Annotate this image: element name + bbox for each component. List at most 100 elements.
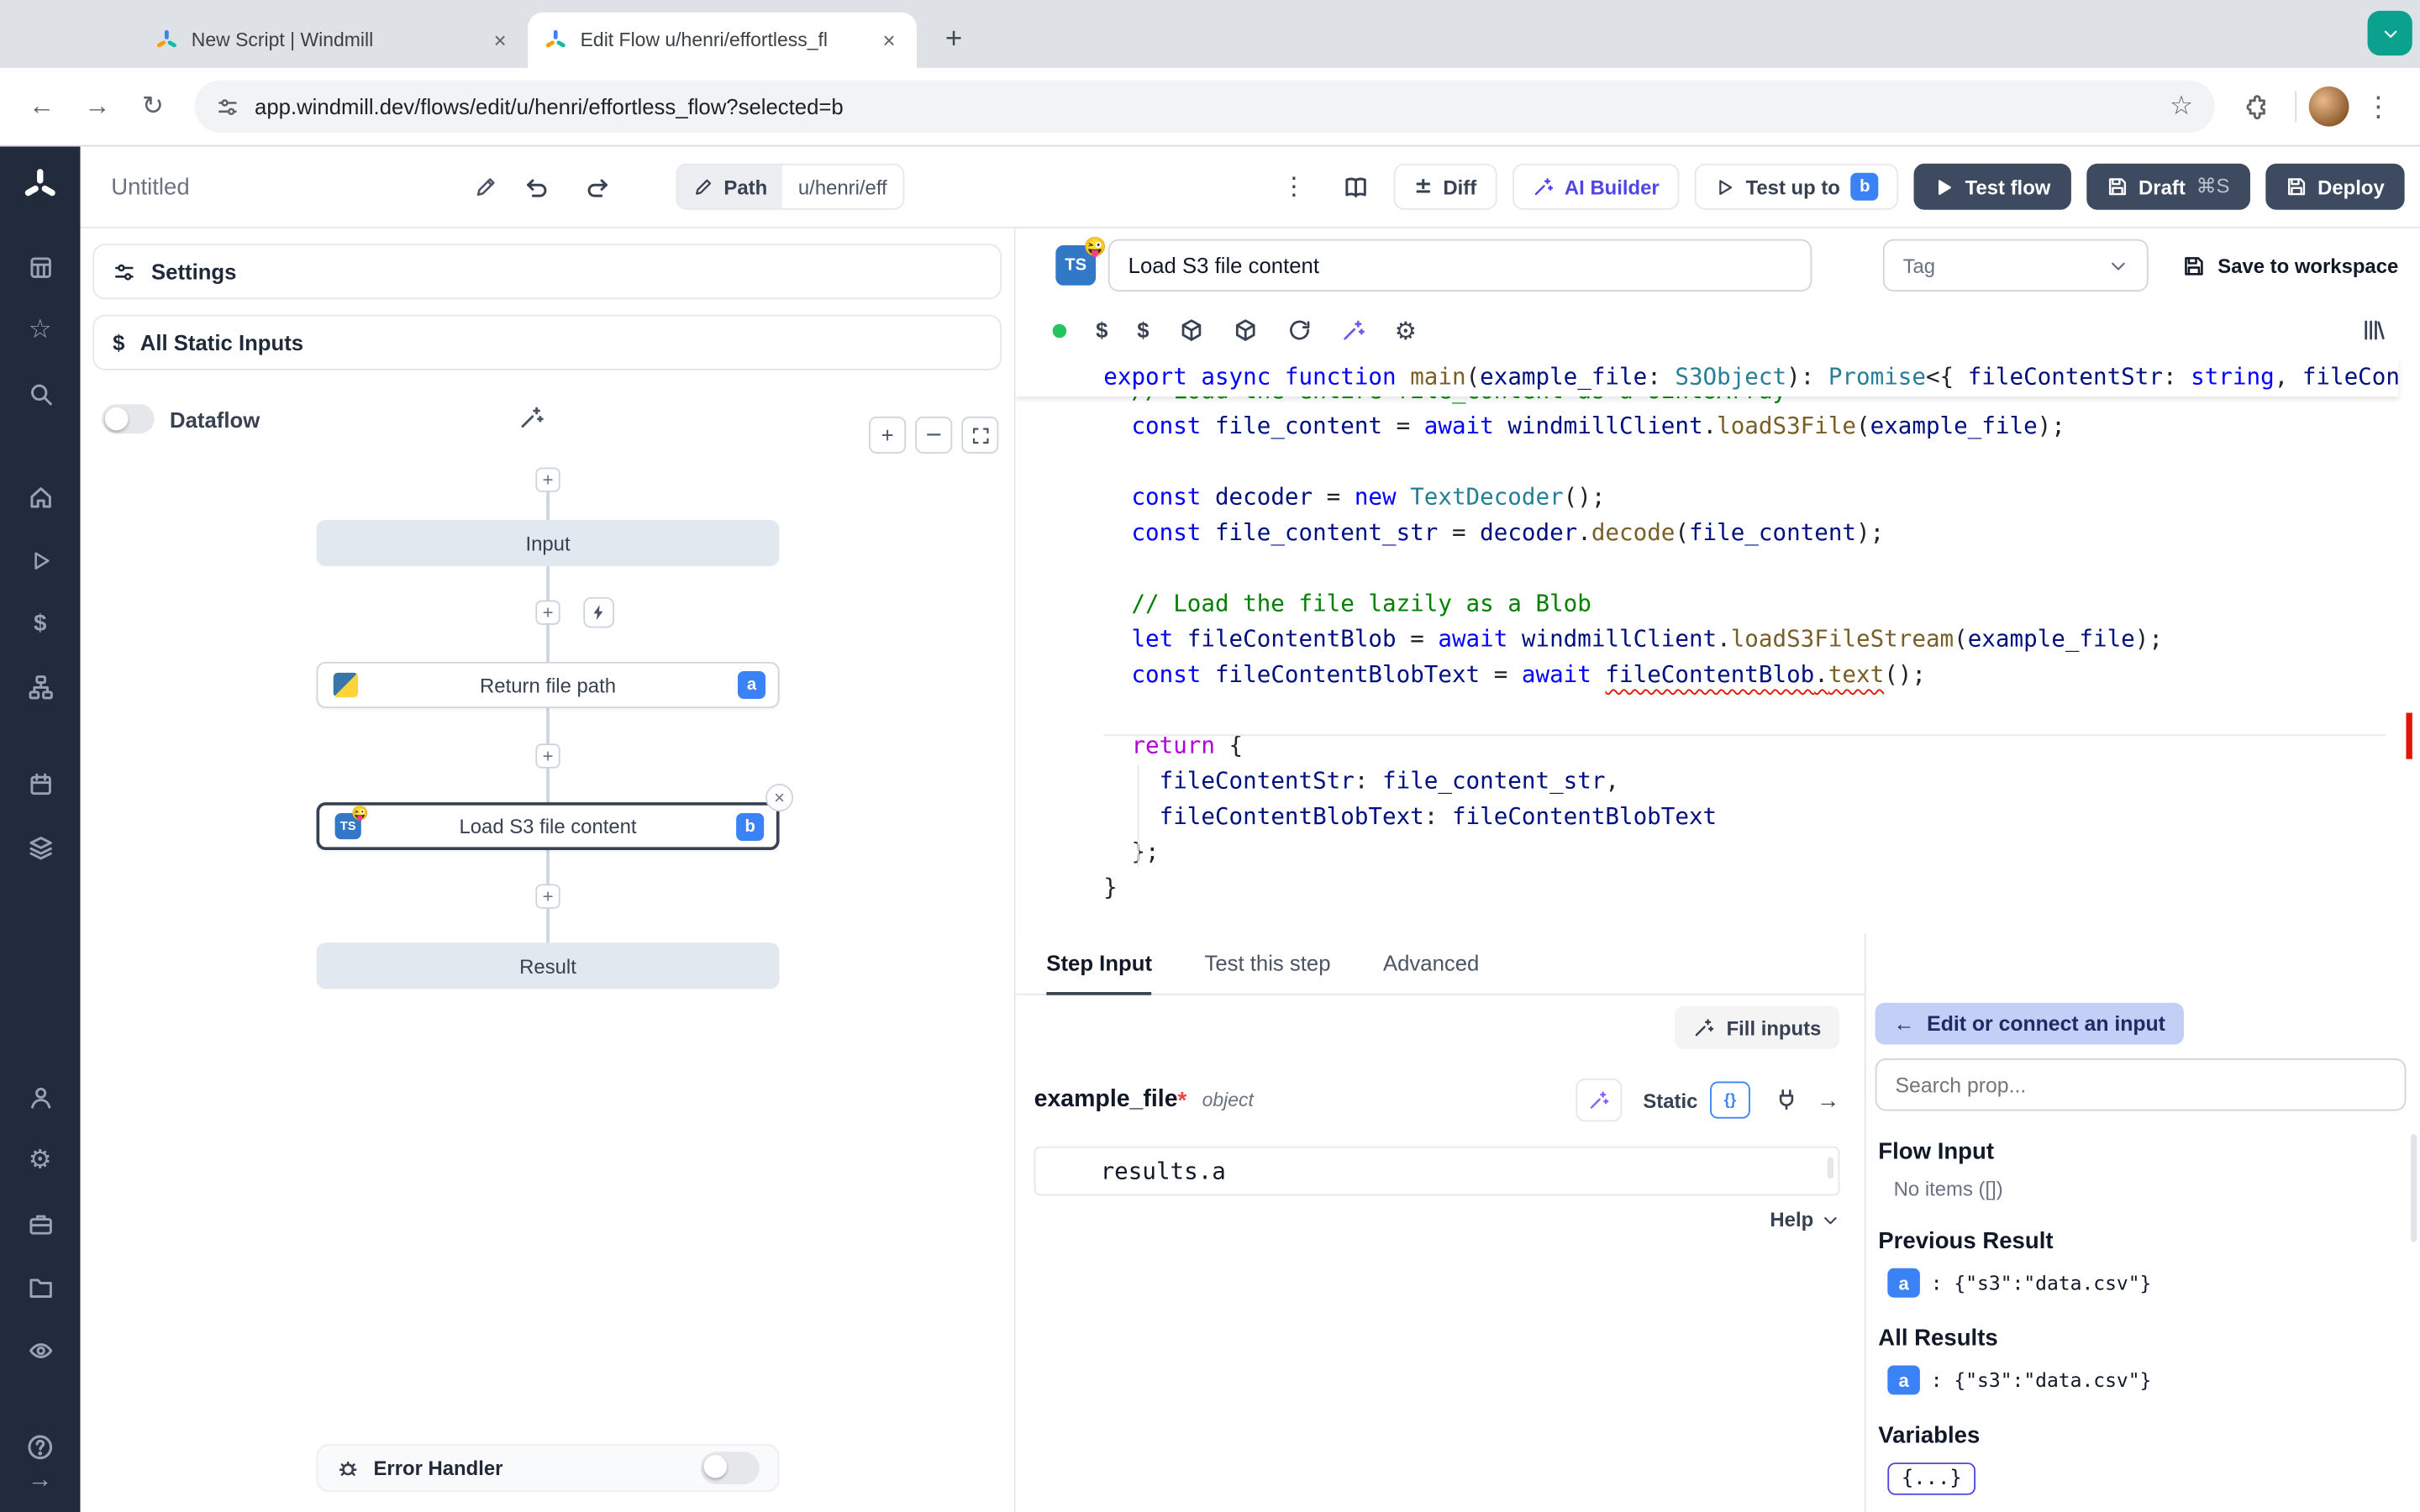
sidebar-item-workspace[interactable] bbox=[27, 1208, 53, 1239]
back-arrow-icon: ← bbox=[1894, 1012, 1915, 1036]
sidebar-item-favorites[interactable]: ☆ bbox=[29, 315, 52, 346]
site-settings-icon[interactable] bbox=[216, 95, 239, 118]
deploy-button[interactable]: Deploy bbox=[2265, 164, 2405, 210]
all-static-inputs-button[interactable]: $ All Static Inputs bbox=[92, 315, 1002, 370]
zoom-out-button[interactable]: − bbox=[915, 417, 952, 454]
browser-tab-1[interactable]: New Script | Windmill × bbox=[139, 13, 528, 68]
window-dropdown-button[interactable] bbox=[2368, 11, 2412, 55]
add-step-button[interactable]: + bbox=[535, 884, 560, 908]
test-flow-button[interactable]: Test flow bbox=[1914, 164, 2070, 210]
forward-button[interactable]: → bbox=[71, 81, 123, 133]
input-node[interactable]: Input bbox=[317, 520, 780, 566]
sidebar-item-users[interactable] bbox=[27, 1082, 53, 1113]
edit-pencil-icon[interactable] bbox=[474, 175, 497, 198]
back-button[interactable]: ← bbox=[15, 81, 67, 133]
draft-button[interactable]: Draft ⌘S bbox=[2086, 164, 2250, 210]
reload-button[interactable]: ↻ bbox=[127, 81, 179, 133]
edit-or-connect-button[interactable]: ← Edit or connect an input bbox=[1876, 1003, 2184, 1045]
sidebar-item-variables[interactable]: $ bbox=[34, 608, 46, 639]
panel-scrollbar[interactable] bbox=[2411, 1134, 2417, 1242]
profile-avatar[interactable] bbox=[2309, 87, 2349, 127]
flow-title[interactable]: Untitled bbox=[111, 174, 497, 200]
insert-arrow-icon[interactable]: → bbox=[1817, 1087, 1840, 1113]
sidebar-item-audit-logs[interactable] bbox=[27, 1335, 53, 1366]
reload-icon[interactable] bbox=[1286, 317, 1311, 344]
sidebar-item-folders[interactable] bbox=[27, 1271, 53, 1302]
js-editor-toggle[interactable]: {} bbox=[1710, 1082, 1750, 1119]
tab-close-icon[interactable]: × bbox=[876, 28, 901, 52]
sidebar-item-schedules[interactable] bbox=[27, 769, 53, 800]
field-row: example_file * object Static {} bbox=[1034, 1075, 1840, 1125]
extensions-icon[interactable] bbox=[2230, 81, 2282, 133]
step-a-node[interactable]: Return file path a bbox=[317, 662, 780, 708]
input-expression-editor[interactable]: results.a bbox=[1034, 1147, 1840, 1196]
variables-icon[interactable]: $ bbox=[1096, 318, 1107, 342]
add-step-button[interactable]: + bbox=[535, 600, 560, 624]
package-icon[interactable] bbox=[1233, 317, 1257, 344]
tag-select[interactable]: Tag bbox=[1883, 239, 2149, 291]
add-step-button[interactable]: + bbox=[535, 743, 560, 768]
path-segment[interactable]: Path bbox=[677, 165, 782, 208]
tab-step-input[interactable]: Step Input bbox=[1046, 933, 1152, 995]
package-icon[interactable] bbox=[1179, 317, 1203, 344]
delete-step-button[interactable]: × bbox=[765, 784, 793, 811]
add-step-top-button[interactable]: + bbox=[535, 468, 560, 492]
flow-settings-button[interactable]: Settings bbox=[92, 244, 1002, 299]
docs-book-icon[interactable] bbox=[1333, 164, 1379, 210]
trigger-bolt-button[interactable] bbox=[583, 597, 614, 628]
sidebar-item-runs[interactable] bbox=[29, 544, 52, 575]
fullscreen-button[interactable] bbox=[961, 417, 998, 454]
path-value[interactable]: u/henri/eff bbox=[783, 165, 903, 208]
flow-graph-pane: Settings $ All Static Inputs Dataflow bbox=[81, 228, 1016, 1512]
search-prop-input[interactable] bbox=[1876, 1058, 2407, 1110]
sidebar-item-help[interactable] bbox=[26, 1431, 54, 1462]
omnibox[interactable]: app.windmill.dev/flows/edit/u/henri/effo… bbox=[194, 81, 2214, 133]
ai-fill-button[interactable] bbox=[1576, 1079, 1622, 1121]
plug-icon[interactable] bbox=[1775, 1086, 1798, 1114]
windmill-logo[interactable] bbox=[20, 165, 60, 206]
code-line bbox=[1103, 693, 2398, 728]
auto-layout-wand-icon[interactable] bbox=[518, 404, 544, 432]
test-up-to-button[interactable]: Test up to b bbox=[1695, 164, 1899, 210]
bookmark-star-icon[interactable]: ☆ bbox=[2170, 91, 2193, 122]
browser-tab-2[interactable]: Edit Flow u/henri/effortless_fl × bbox=[528, 13, 917, 68]
zoom-in-button[interactable]: + bbox=[869, 417, 906, 454]
editor-settings-icon[interactable]: ⚙ bbox=[1395, 316, 1417, 345]
sidebar-collapse-icon[interactable]: → bbox=[28, 1466, 52, 1497]
error-handler-row[interactable]: Error Handler bbox=[317, 1444, 780, 1492]
sidebar-item-workers[interactable] bbox=[27, 832, 53, 863]
all-results-item[interactable]: a : {"s3":"data.csv"} bbox=[1887, 1366, 2404, 1395]
code-editor[interactable]: export async function main(example_file:… bbox=[1016, 358, 2420, 933]
fill-inputs-button[interactable]: Fill inputs bbox=[1674, 1006, 1839, 1049]
previous-result-item[interactable]: a : {"s3":"data.csv"} bbox=[1887, 1268, 2404, 1298]
tab-advanced[interactable]: Advanced bbox=[1383, 933, 1479, 995]
browser-menu-icon[interactable]: ⋮ bbox=[2352, 81, 2404, 133]
dataflow-toggle[interactable] bbox=[102, 404, 154, 433]
step-title-input[interactable] bbox=[1108, 239, 1812, 291]
save-to-workspace-button[interactable]: Save to workspace bbox=[2182, 254, 2398, 277]
diff-button[interactable]: ± Diff bbox=[1394, 164, 1497, 210]
help-toggle[interactable]: Help bbox=[1770, 1208, 1839, 1231]
sidebar-item-apps[interactable] bbox=[27, 251, 53, 282]
error-handler-toggle[interactable] bbox=[701, 1452, 760, 1484]
sidebar-item-settings[interactable]: ⚙ bbox=[29, 1145, 52, 1176]
more-options-icon[interactable]: ⋮ bbox=[1270, 164, 1317, 210]
variables-chip[interactable]: {...} bbox=[1887, 1462, 1975, 1495]
result-node[interactable]: Result bbox=[317, 942, 780, 989]
path-control[interactable]: Path u/henri/eff bbox=[676, 164, 903, 210]
library-icon[interactable] bbox=[2361, 317, 2386, 344]
sidebar-item-home[interactable] bbox=[27, 481, 53, 512]
step-b-node-selected[interactable]: TS 😜 Load S3 file content b bbox=[317, 802, 780, 850]
tab-test-this-step[interactable]: Test this step bbox=[1204, 933, 1330, 995]
resources-icon[interactable]: $ bbox=[1137, 318, 1149, 342]
url-text[interactable]: app.windmill.dev/flows/edit/u/henri/effo… bbox=[255, 94, 2154, 118]
sidebar-item-resources[interactable] bbox=[27, 671, 53, 702]
redo-button[interactable] bbox=[574, 164, 620, 210]
sidebar-item-search[interactable] bbox=[27, 378, 53, 409]
tab-close-icon[interactable]: × bbox=[487, 28, 512, 52]
undo-button[interactable] bbox=[513, 164, 559, 210]
new-tab-button[interactable]: + bbox=[932, 18, 975, 61]
ai-wand-icon[interactable] bbox=[1340, 317, 1365, 344]
sticky-code-line: export async function main(example_file:… bbox=[1016, 358, 2399, 396]
ai-builder-button[interactable]: AI Builder bbox=[1512, 164, 1679, 210]
